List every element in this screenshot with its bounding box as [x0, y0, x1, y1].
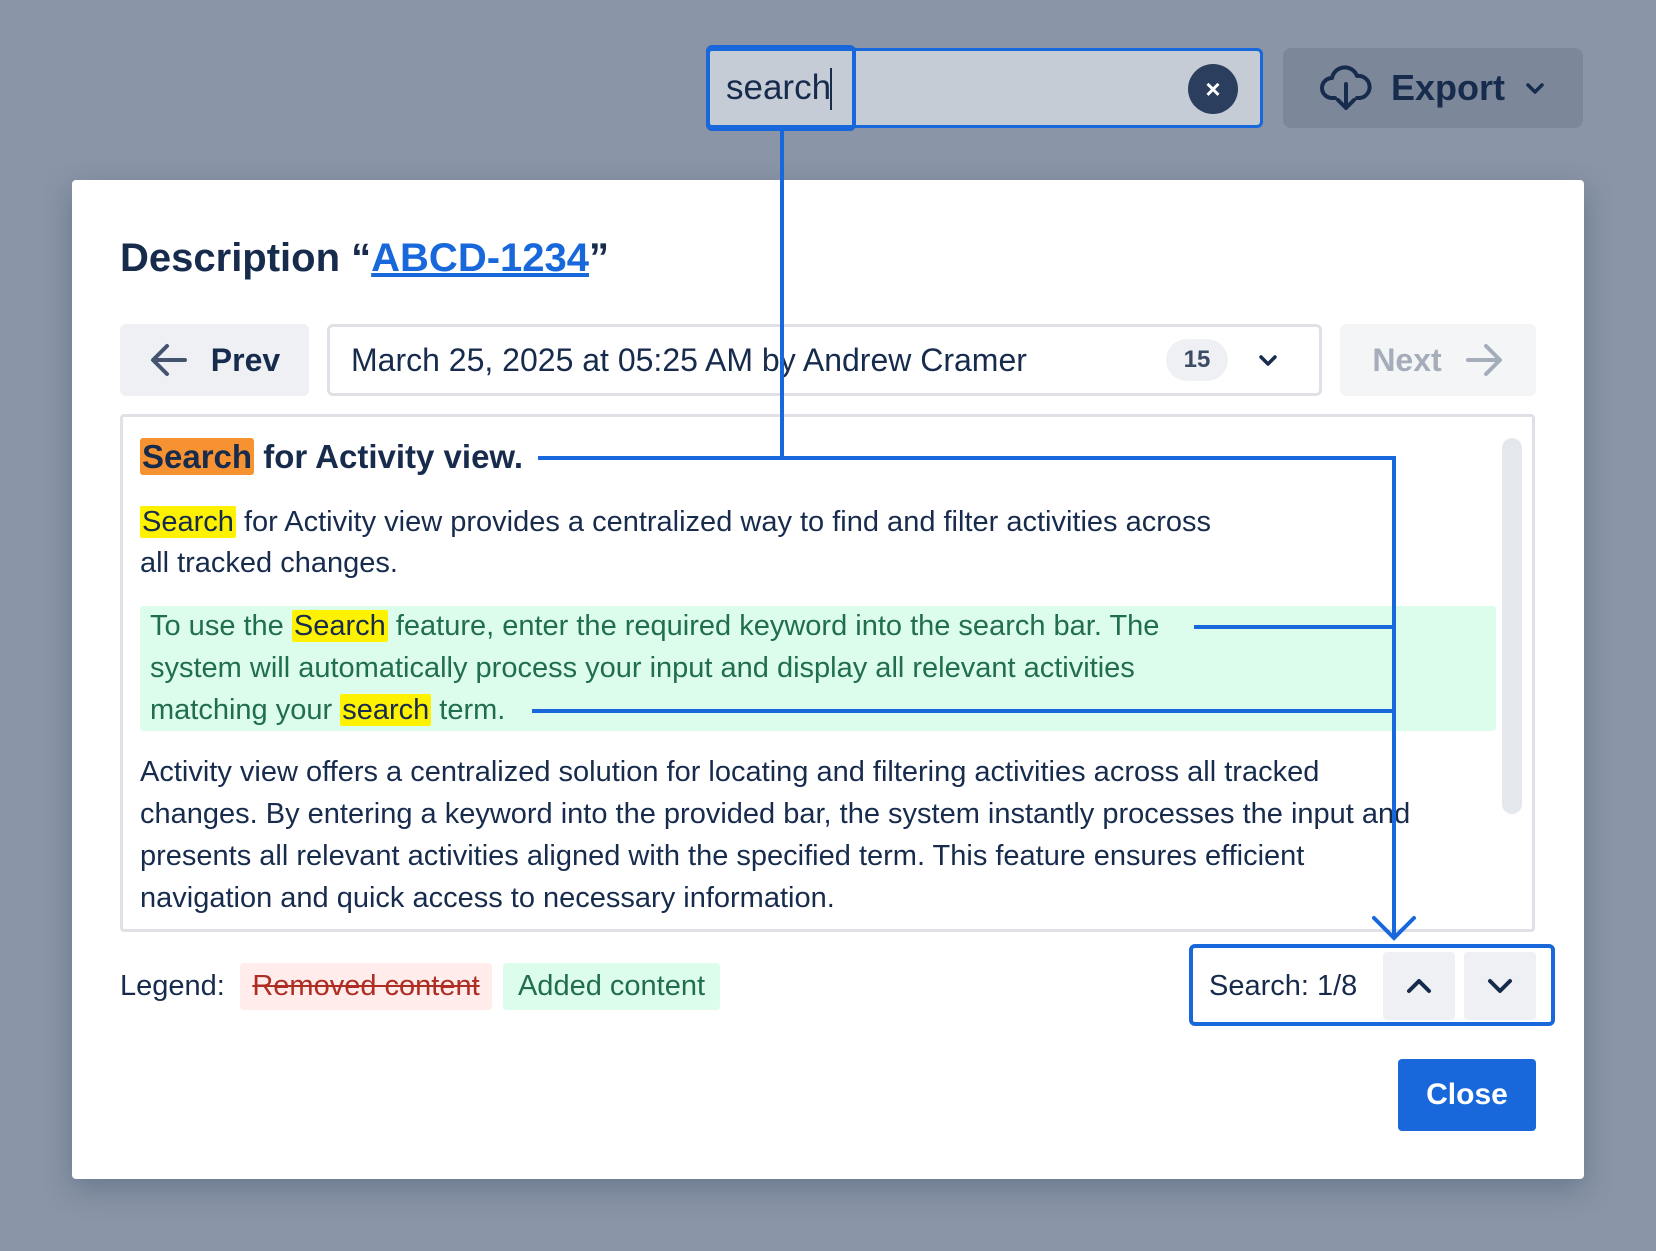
legend-label: Legend:	[120, 970, 225, 1002]
legend-added-content: Added content	[503, 963, 720, 1010]
next-version-button[interactable]: Next	[1340, 324, 1536, 396]
added-text: term.	[431, 694, 506, 726]
match-highlight: Search	[291, 610, 388, 642]
clear-search-button[interactable]: ×	[1188, 64, 1238, 114]
match-highlight: search	[340, 694, 432, 726]
chevron-down-icon	[1526, 83, 1544, 94]
title-prefix: Description “	[120, 236, 372, 280]
current-match-highlight: Search	[140, 438, 255, 475]
paragraph-1-line-1: Search for Activity view provides a cent…	[140, 502, 1211, 542]
paragraph-3-line-2: changes. By entering a keyword into the …	[140, 798, 1411, 830]
close-icon: ×	[1205, 73, 1221, 104]
version-select-value[interactable]: March 25, 2025 at 05:25 AM by Andrew Cra…	[351, 336, 1027, 384]
paragraph-1-line-2: all tracked changes.	[140, 547, 398, 579]
added-line-2: system will automatically process your i…	[150, 652, 1135, 684]
version-count-badge: 15	[1166, 339, 1228, 381]
dialog-title: Description “ABCD-1234”	[120, 228, 609, 288]
chevron-down-icon[interactable]	[1253, 346, 1283, 376]
paragraph-3-line-3: presents all relevant activities aligned…	[140, 840, 1305, 872]
added-line-3: matching your search term.	[150, 690, 505, 730]
added-text: To use the	[150, 610, 292, 642]
export-label: Export	[1390, 67, 1505, 108]
prev-label: Prev	[210, 341, 281, 378]
content-heading: Search for Activity view.	[140, 432, 523, 482]
search-match-counter: Search: 1/8	[1209, 970, 1358, 1002]
close-button[interactable]: Close	[1398, 1059, 1536, 1131]
added-text: matching your	[150, 694, 341, 726]
arrow-right-icon	[1465, 344, 1502, 376]
prev-version-button[interactable]: Prev	[120, 324, 309, 396]
added-text: feature, enter the required keyword into…	[387, 610, 1160, 642]
heading-text: for Activity view.	[254, 438, 524, 475]
content-scrollbar[interactable]	[1502, 438, 1522, 814]
paragraph-3-line-1: Activity view offers a centralized solut…	[140, 756, 1320, 788]
added-line-1: To use the Search feature, enter the req…	[150, 606, 1159, 646]
match-highlight: Search	[140, 506, 236, 538]
paragraph-3-line-4: navigation and quick access to necessary…	[140, 882, 835, 914]
issue-key-link[interactable]: ABCD-1234	[371, 236, 589, 280]
cloud-download-icon	[1320, 65, 1372, 110]
export-button[interactable]: Export	[1283, 48, 1583, 128]
search-term-callout	[706, 45, 856, 131]
paragraph-text: for Activity view provides a centralized…	[235, 506, 1212, 538]
next-label: Next	[1372, 341, 1442, 378]
chevron-down-icon	[1488, 979, 1512, 993]
next-match-button[interactable]	[1464, 952, 1536, 1020]
previous-match-button[interactable]	[1383, 952, 1455, 1020]
legend-removed-content: Removed content	[240, 963, 492, 1010]
arrow-left-icon	[150, 344, 187, 376]
chevron-up-icon	[1407, 979, 1431, 993]
title-suffix: ”	[589, 236, 610, 280]
